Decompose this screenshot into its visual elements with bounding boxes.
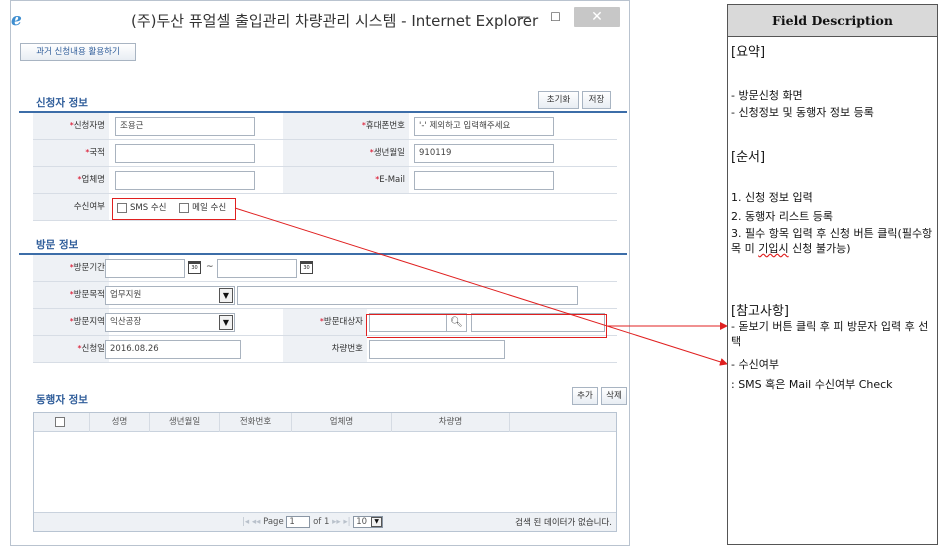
order-title: [순서]	[731, 150, 766, 165]
description-header: Field Description	[728, 5, 937, 37]
field-description-panel: Field Description [요약] - 방문신청 화면 - 신청정보 …	[727, 4, 938, 545]
order-item-3: 3. 필수 항목 입력 후 신청 버튼 클릭(필수항목 미 기입시 신청 불가능…	[731, 227, 933, 255]
summary-item-1: - 방문신청 화면	[731, 89, 803, 102]
note-item-3: : SMS 혹은 Mail 수신여부 Check	[731, 378, 893, 391]
note-item-2: - 수신여부	[731, 358, 779, 371]
summary-item-2: - 신청정보 및 동행자 정보 등록	[731, 106, 874, 119]
order-item-1: 1. 신청 정보 입력	[731, 191, 813, 204]
note-title: [참고사항]	[731, 304, 789, 319]
order-item-2: 2. 동행자 리스트 등록	[731, 210, 833, 223]
receive-annotation-arrow	[234, 207, 728, 366]
summary-title: [요약]	[731, 45, 766, 60]
note-item-1: - 돋보기 버튼 클릭 후 피 방문자 입력 후 선택	[731, 320, 929, 348]
